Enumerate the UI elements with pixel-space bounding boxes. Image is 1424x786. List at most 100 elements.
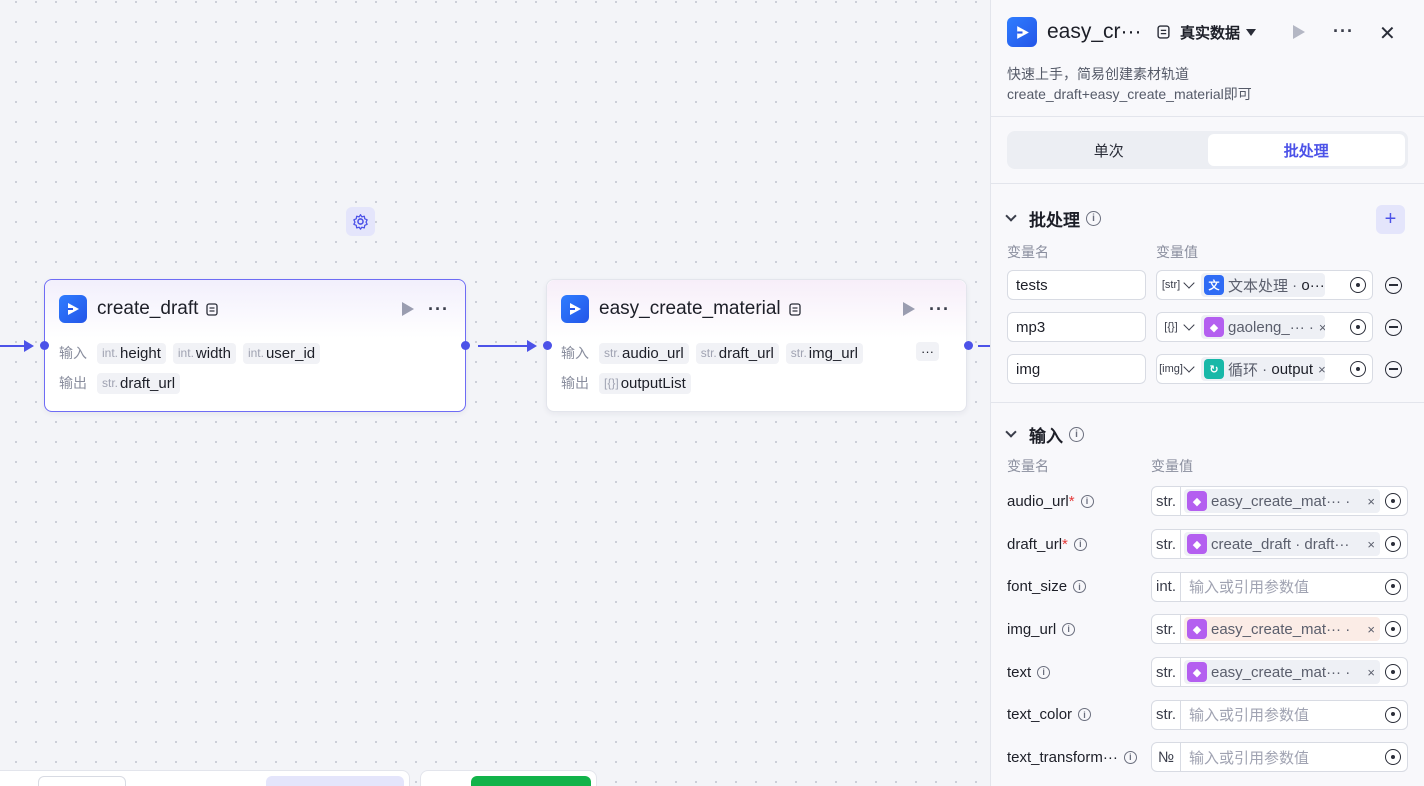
info-icon[interactable]: i <box>1123 750 1137 764</box>
reference-target-icon[interactable] <box>1385 621 1401 638</box>
run-mode-tabs: 单次 批处理 <box>1007 131 1408 169</box>
variable-value-select[interactable]: [{}] ◆ gaoleng_··· · × <box>1156 312 1373 342</box>
remove-row-icon[interactable] <box>1385 276 1402 294</box>
variable-name-input[interactable]: img <box>1007 354 1146 384</box>
node-title: create_draft <box>97 298 199 319</box>
more-icon[interactable]: ··· <box>1333 22 1354 40</box>
run-icon[interactable] <box>1293 25 1305 39</box>
chevron-down-icon[interactable] <box>1183 319 1195 331</box>
info-icon[interactable]: i <box>1080 494 1094 508</box>
batch-section-header[interactable]: 批处理 i <box>991 206 1424 230</box>
workflow-canvas[interactable]: create_draft ··· 输入 int. height int. width… <box>0 0 990 786</box>
input-variable-name: audio_url * i <box>1007 493 1151 510</box>
type-list-object-icon: [{}] <box>1164 321 1178 333</box>
more-icon[interactable]: ··· <box>929 300 950 318</box>
info-icon[interactable]: i <box>1078 708 1092 722</box>
input-value-field[interactable]: № 输入或引用参数值 <box>1151 742 1408 773</box>
plugin-node-icon: ◆ <box>1187 619 1207 640</box>
reference-target-icon[interactable] <box>1385 493 1401 510</box>
remove-reference-icon[interactable]: × <box>1319 320 1325 335</box>
info-icon[interactable]: i <box>1037 665 1051 679</box>
test-run-button[interactable] <box>471 776 591 786</box>
param-tag: str. img_url <box>785 342 863 364</box>
node-create-draft[interactable]: create_draft ··· 输入 int. height int. width… <box>44 279 466 412</box>
param-tag: str. draft_url <box>97 372 181 394</box>
toolbar-item[interactable] <box>38 776 126 786</box>
info-icon[interactable]: i <box>1086 210 1101 226</box>
input-value-field[interactable]: str. ◆ create_draft · draft··· × <box>1151 529 1408 560</box>
variable-name-input[interactable]: mp3 <box>1007 312 1146 342</box>
plugin-node-icon: ◆ <box>1187 491 1207 512</box>
input-variable-row: font_size i int. 输入或引用参数值 <box>991 565 1424 608</box>
input-value-field[interactable]: str. ◆ easy_create_mat··· · × <box>1151 657 1408 688</box>
run-node-icon[interactable] <box>402 302 415 316</box>
info-icon[interactable]: i <box>1069 426 1084 442</box>
variable-value-select[interactable]: [img] ↻ 循环 · output × <box>1156 354 1373 384</box>
node2-input-port[interactable] <box>543 341 552 350</box>
more-icon[interactable]: ··· <box>428 300 449 318</box>
reference-target-icon[interactable] <box>1385 749 1401 766</box>
type-list-str-icon: [str] <box>1161 279 1181 291</box>
chevron-down-icon[interactable] <box>1183 277 1195 289</box>
remove-reference-icon[interactable]: × <box>1367 494 1375 509</box>
type-label: str. <box>1152 530 1181 559</box>
info-icon[interactable]: i <box>1073 580 1087 594</box>
batch-settings-button[interactable] <box>346 207 375 236</box>
close-icon[interactable]: ✕ <box>1379 21 1396 46</box>
doc-icon[interactable] <box>1157 25 1170 39</box>
node-easy-create-material[interactable]: easy_create_material ··· 输入 str. audio_ur… <box>546 279 967 412</box>
info-icon[interactable]: i <box>1062 622 1076 636</box>
remove-row-icon[interactable] <box>1385 318 1402 336</box>
input-variable-row: text_color i str. 输入或引用参数值 <box>991 693 1424 736</box>
required-mark: * <box>1062 535 1068 553</box>
reference-target-icon[interactable] <box>1385 664 1401 681</box>
input-value-field[interactable]: int. 输入或引用参数值 <box>1151 571 1408 602</box>
edge-out[interactable] <box>978 345 990 347</box>
variable-value-select[interactable]: [str] 文 文本处理 · o··· × <box>1156 270 1373 300</box>
input-variable-row: text i str. ◆ easy_create_mat··· · × <box>991 651 1424 694</box>
reference-target-icon[interactable] <box>1350 277 1366 293</box>
info-icon[interactable]: i <box>1073 537 1087 551</box>
variable-name-input[interactable]: tests <box>1007 270 1146 300</box>
plugin-logo-icon <box>59 295 87 323</box>
output-label: 输出 <box>561 375 589 391</box>
reference-chip: ◆ easy_create_mat··· · × <box>1184 617 1380 642</box>
remove-reference-icon[interactable]: × <box>1367 537 1375 552</box>
node1-input-port[interactable] <box>40 341 49 350</box>
reference-target-icon[interactable] <box>1350 361 1366 377</box>
toolbar-item-active[interactable] <box>266 776 404 786</box>
node1-output-port[interactable] <box>461 341 470 350</box>
add-batch-variable-button[interactable]: + <box>1376 205 1405 234</box>
edge-node1-node2[interactable] <box>478 345 528 347</box>
input-value-field[interactable]: str. ◆ easy_create_mat··· · × <box>1151 486 1408 517</box>
tab-single[interactable]: 单次 <box>1010 134 1208 166</box>
reference-chip: ↻ 循环 · output × <box>1201 357 1325 381</box>
remove-reference-icon[interactable]: × <box>1367 665 1375 680</box>
data-mode-dropdown[interactable]: 真实数据 <box>1180 22 1257 43</box>
tab-batch[interactable]: 批处理 <box>1207 134 1405 166</box>
node2-output-port[interactable] <box>964 341 973 350</box>
chevron-down-icon[interactable] <box>1183 361 1195 373</box>
remove-reference-icon[interactable]: × <box>1318 362 1325 377</box>
param-tag: int. user_id <box>242 342 321 364</box>
input-value-field[interactable]: str. ◆ easy_create_mat··· · × <box>1151 614 1408 645</box>
remove-reference-icon[interactable]: × <box>1367 622 1375 637</box>
more-params-button[interactable]: ··· <box>916 342 939 361</box>
doc-icon[interactable] <box>789 302 801 316</box>
remove-row-icon[interactable] <box>1385 360 1402 378</box>
batch-variable-row: img [img] ↻ 循环 · output × <box>991 348 1424 390</box>
doc-icon[interactable] <box>206 302 219 316</box>
value-placeholder[interactable]: 输入或引用参数值 <box>1189 576 1309 597</box>
reference-target-icon[interactable] <box>1385 706 1401 723</box>
input-value-field[interactable]: str. 输入或引用参数值 <box>1151 699 1408 730</box>
reference-target-icon[interactable] <box>1385 578 1401 595</box>
value-placeholder[interactable]: 输入或引用参数值 <box>1189 747 1309 768</box>
col-header-name: 变量名 <box>1007 244 1049 260</box>
input-variable-name: text i <box>1007 664 1151 681</box>
inputs-section-header[interactable]: 输入 i <box>991 422 1424 446</box>
type-label: int. <box>1152 572 1181 601</box>
reference-target-icon[interactable] <box>1350 319 1366 335</box>
value-placeholder[interactable]: 输入或引用参数值 <box>1189 704 1309 725</box>
run-node-icon[interactable] <box>903 302 916 316</box>
reference-target-icon[interactable] <box>1385 536 1401 553</box>
